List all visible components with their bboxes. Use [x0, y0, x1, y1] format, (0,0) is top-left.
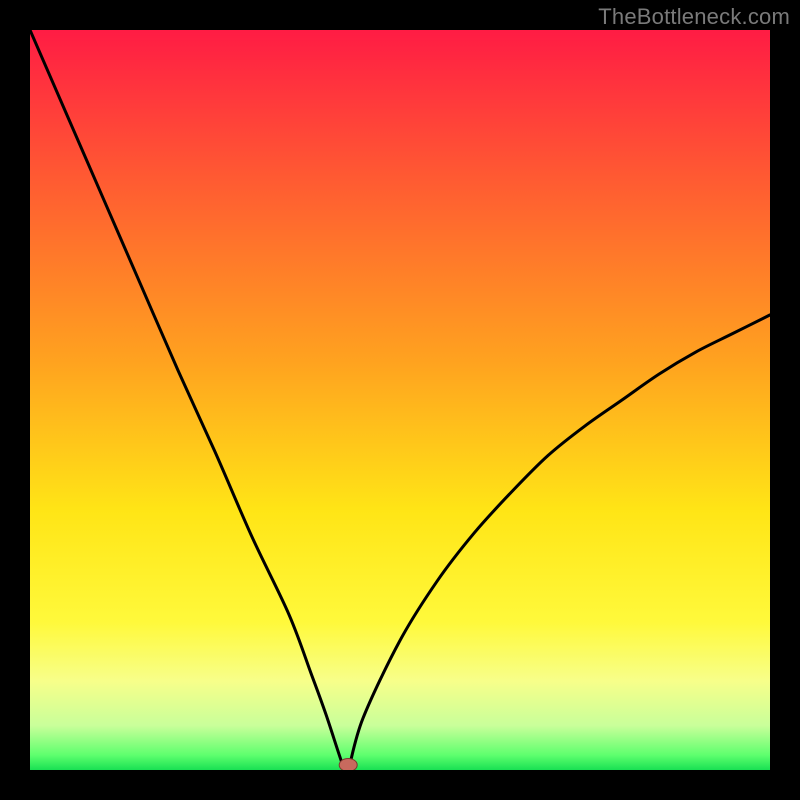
watermark-text: TheBottleneck.com: [598, 4, 790, 30]
bottleneck-chart: [30, 30, 770, 770]
optimal-marker: [339, 759, 357, 771]
plot-area: [30, 30, 770, 770]
gradient-background: [30, 30, 770, 770]
chart-frame: TheBottleneck.com: [0, 0, 800, 800]
